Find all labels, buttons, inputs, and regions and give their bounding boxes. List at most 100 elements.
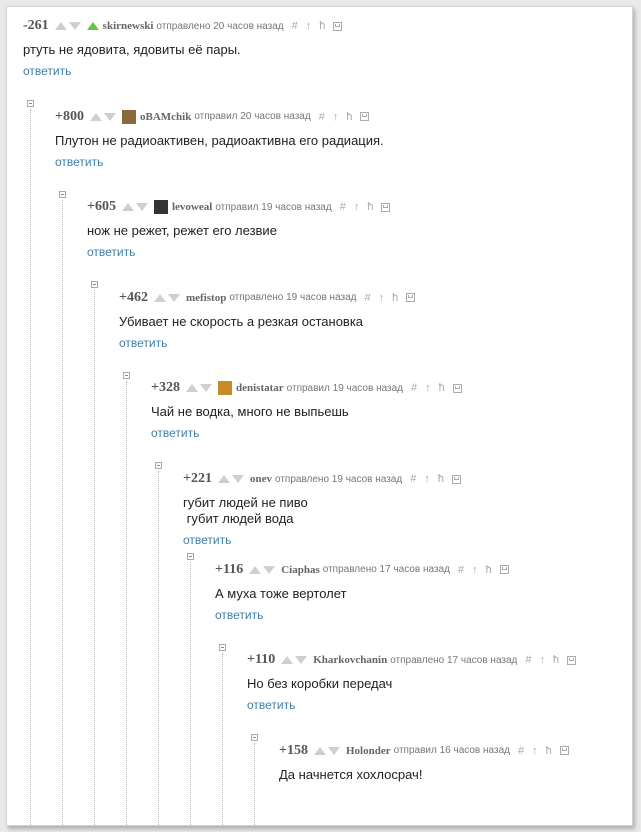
save-icon[interactable] — [333, 21, 343, 31]
comment-author-link[interactable]: denistatar — [236, 382, 284, 394]
comment-author-link[interactable]: Ciaphas — [281, 564, 320, 576]
vote-down-icon[interactable] — [103, 112, 116, 121]
parent-comment-icon[interactable]: ↑ — [425, 382, 431, 394]
comment-thread: -261 skirnewski отправлено 20 часов назад #… — [7, 7, 632, 825]
vote-down-icon[interactable] — [167, 293, 180, 302]
branch-icon[interactable]: ħ — [439, 382, 445, 394]
vote-up-icon[interactable] — [153, 293, 166, 302]
vote-down-icon[interactable] — [231, 475, 244, 483]
save-icon[interactable] — [406, 293, 416, 303]
collapse-toggle-icon[interactable] — [27, 100, 34, 107]
branch-icon[interactable]: ħ — [553, 654, 559, 666]
comment-header: +116 Ciaphas отправлено 17 часов назад # ↑ ħ — [215, 562, 509, 577]
vote-down-icon[interactable] — [199, 384, 212, 393]
comment-header: +605 levoweal отправил 19 часов назад # ↑ ħ — [87, 199, 391, 215]
comment-author-link[interactable]: onev — [250, 473, 272, 485]
collapse-toggle-icon[interactable] — [91, 281, 98, 289]
parent-comment-icon[interactable]: ↑ — [333, 111, 339, 123]
comment-author-link[interactable]: Holonder — [346, 745, 391, 757]
vote-up-icon[interactable] — [249, 565, 262, 574]
vote-up-icon[interactable] — [281, 656, 294, 665]
permalink-icon[interactable]: # — [319, 111, 325, 123]
save-icon[interactable] — [452, 383, 462, 393]
avatar[interactable] — [153, 200, 168, 215]
avatar[interactable] — [121, 109, 136, 124]
vote-down-icon[interactable] — [295, 656, 308, 665]
vote-up-icon[interactable] — [121, 203, 134, 212]
collapse-toggle-icon[interactable] — [187, 553, 194, 560]
comment-author-link[interactable]: levoweal — [172, 201, 212, 213]
reply-link[interactable]: ответить — [119, 336, 167, 350]
parent-comment-icon[interactable]: ↑ — [306, 20, 312, 32]
reply-link[interactable]: ответить — [55, 155, 103, 169]
comment-thread-card: -261 skirnewski отправлено 20 часов назад #… — [6, 6, 633, 826]
branch-icon[interactable]: ħ — [392, 292, 398, 304]
comment: +605 levoweal отправил 19 часов назад # ↑ ħ но… — [87, 199, 391, 261]
vote-down-icon[interactable] — [135, 203, 148, 212]
save-icon[interactable] — [567, 655, 577, 665]
permalink-icon[interactable]: # — [458, 564, 464, 576]
parent-comment-icon[interactable]: ↑ — [472, 564, 478, 576]
save-icon[interactable] — [499, 565, 509, 575]
comment-author-link[interactable]: skirnewski — [103, 20, 154, 32]
vote-up-icon[interactable] — [89, 112, 102, 121]
save-icon[interactable] — [381, 202, 391, 212]
branch-icon[interactable]: ħ — [486, 564, 492, 576]
collapse-toggle-icon[interactable] — [251, 734, 258, 742]
branch-icon[interactable]: ħ — [367, 201, 373, 213]
vote-down-icon[interactable] — [68, 22, 81, 30]
permalink-icon[interactable]: # — [292, 20, 298, 32]
permalink-icon[interactable]: # — [411, 382, 417, 394]
parent-comment-icon[interactable]: ↑ — [424, 473, 430, 485]
save-icon[interactable] — [559, 746, 569, 756]
parent-comment-icon[interactable]: ↑ — [379, 292, 385, 304]
vote-up-icon[interactable] — [217, 475, 230, 483]
comment: +800 oBAMchik отправил 20 часов назад # ↑ ħ Пл… — [55, 109, 384, 171]
reply-link[interactable]: ответить — [183, 533, 231, 547]
branch-icon[interactable]: ħ — [346, 111, 352, 123]
collapse-toggle-icon[interactable] — [123, 371, 130, 379]
comment-timestamp: отправлено 19 часов назад — [229, 292, 357, 304]
permalink-icon[interactable]: # — [410, 473, 416, 485]
reply-link[interactable]: ответить — [247, 698, 295, 712]
permalink-icon[interactable]: # — [365, 292, 371, 304]
avatar[interactable] — [217, 381, 232, 396]
comment-header: -261 skirnewski отправлено 20 часов назад #… — [23, 18, 343, 33]
reply-link[interactable]: ответить — [151, 426, 199, 440]
permalink-icon[interactable]: # — [518, 745, 524, 757]
save-icon[interactable] — [451, 474, 461, 484]
parent-comment-icon[interactable]: ↑ — [540, 654, 546, 666]
comment: +110 Kharkovchanin отправлено 17 часов наз… — [247, 652, 577, 714]
comment-header: +158 Holonder отправил 16 часов назад # ↑ ħ — [279, 743, 569, 758]
vote-up-icon[interactable] — [185, 384, 198, 393]
rating-up-indicator-icon — [86, 22, 99, 30]
vote-down-icon[interactable] — [327, 746, 340, 755]
comment-author-link[interactable]: oBAMchik — [140, 111, 191, 123]
collapse-toggle-icon[interactable] — [59, 190, 66, 198]
comment-text: Да начнется хохлосрач! — [279, 766, 423, 782]
parent-comment-icon[interactable]: ↑ — [354, 201, 360, 213]
comment: +158 Holonder отправил 16 часов назад # ↑ ħ Да… — [279, 743, 569, 783]
comment-timestamp: отправлено 17 часов назад — [390, 654, 518, 666]
collapse-toggle-icon[interactable] — [219, 643, 226, 651]
comment-timestamp: отправлено 20 часов назад — [156, 20, 284, 32]
comment-author-link[interactable]: mefistop — [186, 292, 226, 304]
comment-author-link[interactable]: Kharkovchanin — [313, 654, 387, 666]
vote-up-icon[interactable] — [313, 746, 326, 755]
collapse-toggle-icon[interactable] — [155, 462, 162, 470]
branch-icon[interactable]: ħ — [438, 473, 444, 485]
vote-up-icon[interactable] — [54, 22, 67, 30]
reply-link[interactable]: ответить — [87, 245, 135, 259]
branch-icon[interactable]: ħ — [319, 20, 325, 32]
branch-icon[interactable]: ħ — [546, 745, 552, 757]
parent-comment-icon[interactable]: ↑ — [532, 745, 538, 757]
permalink-icon[interactable]: # — [525, 654, 531, 666]
reply-link[interactable]: ответить — [215, 608, 263, 622]
save-icon[interactable] — [360, 112, 370, 122]
comment-tools: # ↑ ħ — [340, 201, 391, 213]
permalink-icon[interactable]: # — [340, 201, 346, 213]
reply-link[interactable]: ответить — [23, 64, 71, 78]
comment-tools: # ↑ ħ — [518, 745, 569, 757]
comment: +221 onev отправлено 19 часов назад # ↑ ħ губи… — [183, 471, 461, 549]
vote-down-icon[interactable] — [263, 565, 276, 574]
